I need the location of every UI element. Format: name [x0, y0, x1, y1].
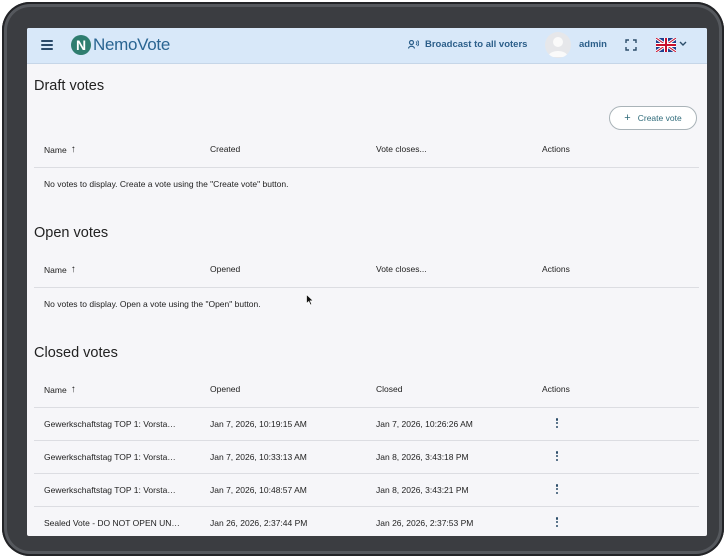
- divider: [34, 287, 699, 288]
- open-col-opened: Opened: [210, 264, 241, 274]
- mouse-cursor-icon: [306, 294, 314, 306]
- sort-arrow-up-icon: ↑: [70, 384, 76, 395]
- open-col-name[interactable]: Name ↑: [44, 264, 76, 275]
- row-name[interactable]: Gewerkschaftstag TOP 1: Vorsta…: [44, 452, 176, 462]
- top-app-bar: N NemoVote Broadcast to all voters admin: [27, 28, 707, 64]
- broadcast-icon: [408, 40, 419, 49]
- more-vert-icon[interactable]: [554, 451, 560, 463]
- row-closed: Jan 8, 2026, 3:43:18 PM: [376, 452, 469, 462]
- divider: [34, 473, 699, 474]
- draft-col-created: Created: [210, 144, 241, 154]
- uk-flag-icon[interactable]: [656, 38, 676, 52]
- app-logo[interactable]: N NemoVote: [71, 34, 170, 56]
- more-vert-icon[interactable]: [554, 484, 560, 496]
- closed-col-closed: Closed: [376, 384, 403, 394]
- closed-col-opened: Opened: [210, 384, 241, 394]
- plus-icon: +: [624, 112, 631, 124]
- divider: [34, 440, 699, 441]
- draft-col-actions: Actions: [542, 144, 570, 154]
- open-votes-title: Open votes: [34, 225, 109, 241]
- divider: [34, 167, 699, 168]
- closed-votes-title: Closed votes: [34, 345, 118, 361]
- chevron-down-icon[interactable]: [679, 41, 687, 47]
- sort-arrow-up-icon: ↑: [70, 264, 76, 275]
- more-vert-icon[interactable]: [554, 418, 560, 430]
- draft-votes-title: Draft votes: [34, 78, 105, 94]
- logo-mark: N: [71, 35, 91, 55]
- draft-col-closes: Vote closes...: [376, 144, 427, 154]
- hamburger-menu-icon[interactable]: [41, 40, 53, 50]
- row-name[interactable]: Gewerkschaftstag TOP 1: Vorsta…: [44, 485, 176, 495]
- divider: [34, 407, 699, 408]
- avatar-icon: [548, 37, 568, 57]
- closed-col-name[interactable]: Name ↑: [44, 384, 76, 395]
- row-closed: Jan 8, 2026, 3:43:21 PM: [376, 485, 469, 495]
- open-col-closes: Vote closes...: [376, 264, 427, 274]
- more-vert-icon[interactable]: [554, 517, 560, 529]
- row-opened: Jan 7, 2026, 10:19:15 AM: [210, 419, 307, 429]
- row-opened: Jan 7, 2026, 10:48:57 AM: [210, 485, 307, 495]
- user-name[interactable]: admin: [579, 39, 607, 50]
- divider: [34, 506, 699, 507]
- broadcast-button[interactable]: Broadcast to all voters: [408, 39, 527, 50]
- row-opened: Jan 26, 2026, 2:37:44 PM: [210, 518, 308, 528]
- app-name: NemoVote: [93, 35, 170, 54]
- fullscreen-icon[interactable]: [625, 39, 637, 51]
- open-empty-message: No votes to display. Open a vote using t…: [44, 299, 261, 309]
- closed-col-actions: Actions: [542, 384, 570, 394]
- sort-arrow-up-icon: ↑: [70, 144, 76, 155]
- create-vote-label: Create vote: [637, 113, 682, 123]
- draft-empty-message: No votes to display. Create a vote using…: [44, 179, 289, 189]
- row-closed: Jan 7, 2026, 10:26:26 AM: [376, 419, 473, 429]
- row-name[interactable]: Sealed Vote - DO NOT OPEN UN…: [44, 518, 180, 528]
- draft-col-name[interactable]: Name ↑: [44, 144, 76, 155]
- app-screen: N NemoVote Broadcast to all voters admin: [27, 28, 707, 536]
- open-col-actions: Actions: [542, 264, 570, 274]
- user-avatar[interactable]: [545, 32, 571, 58]
- row-name[interactable]: Gewerkschaftstag TOP 1: Vorsta…: [44, 419, 176, 429]
- row-closed: Jan 26, 2026, 2:37:53 PM: [376, 518, 474, 528]
- create-vote-button[interactable]: + Create vote: [609, 106, 697, 130]
- tablet-frame: N NemoVote Broadcast to all voters admin: [2, 2, 724, 556]
- broadcast-label: Broadcast to all voters: [425, 39, 528, 50]
- row-opened: Jan 7, 2026, 10:33:13 AM: [210, 452, 307, 462]
